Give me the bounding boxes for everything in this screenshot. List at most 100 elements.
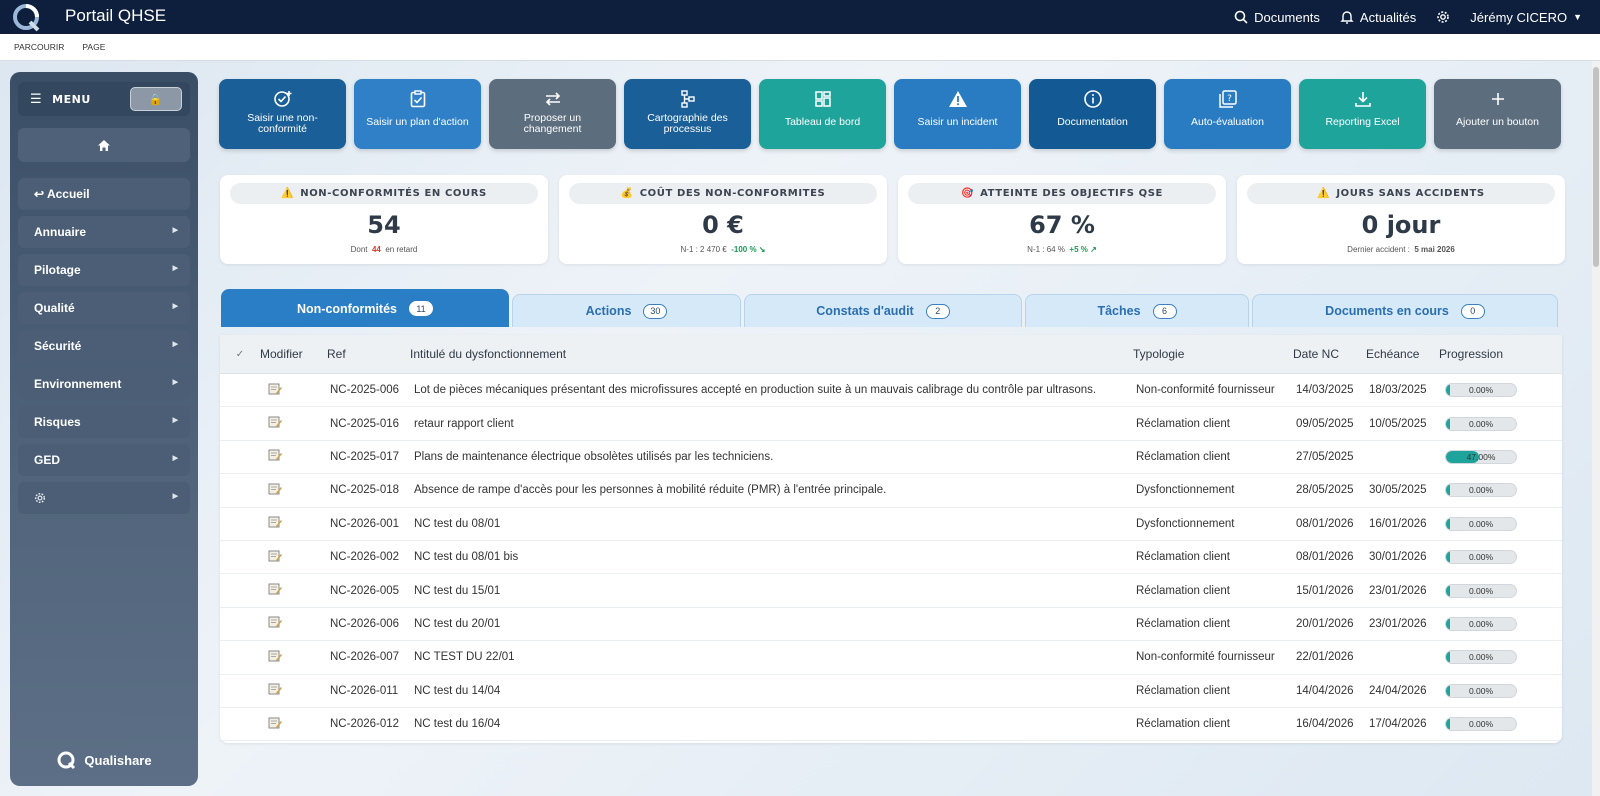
- sidebar-item-settings[interactable]: ▶: [18, 482, 190, 514]
- sidebar-item-environnement[interactable]: Environnement ▶: [18, 368, 190, 400]
- tab-non-conformites[interactable]: Non-conformités 11: [221, 289, 509, 327]
- row-title[interactable]: Lot de pièces mécaniques présentant des …: [410, 384, 1133, 396]
- kpi-title: NON-CONFORMITÉS EN COURS: [300, 188, 487, 199]
- edit-button[interactable]: [260, 483, 327, 498]
- column-header-type[interactable]: Typologie: [1133, 347, 1293, 361]
- sidebar-item-risques[interactable]: Risques ▶: [18, 406, 190, 438]
- edit-note-icon: [268, 650, 282, 662]
- action-button-process-map[interactable]: Cartographie des processus: [624, 79, 751, 149]
- edit-button[interactable]: [260, 550, 327, 565]
- row-title[interactable]: NC test du 20/01: [410, 618, 1133, 630]
- page-scrollbar[interactable]: [1592, 61, 1600, 796]
- edit-button[interactable]: [260, 416, 327, 431]
- column-header-ref[interactable]: Ref: [327, 347, 410, 361]
- row-title[interactable]: NC test du 08/01: [410, 518, 1133, 530]
- home-button[interactable]: [18, 128, 190, 162]
- table-row[interactable]: NC-2026-002 NC test du 08/01 bis Réclamati…: [220, 541, 1562, 575]
- scrollbar-thumb[interactable]: [1593, 67, 1599, 267]
- edit-button[interactable]: [260, 650, 327, 665]
- kpi-subtext: Dont 44 en retard: [220, 245, 548, 254]
- action-button-documentation[interactable]: Documentation: [1029, 79, 1156, 149]
- edit-button[interactable]: [260, 449, 327, 464]
- news-link[interactable]: Actualités: [1340, 10, 1416, 25]
- edit-button[interactable]: [260, 683, 327, 698]
- sidebar-item-qualite[interactable]: Qualité ▶: [18, 292, 190, 324]
- tab-constats-audit[interactable]: Constats d'audit 2: [744, 294, 1022, 327]
- tab-count-badge: 30: [643, 303, 668, 319]
- kpi-card-nc[interactable]: ⚠️ NON-CONFORMITÉS EN COURS 54 Dont 44 en…: [220, 175, 548, 264]
- row-title[interactable]: NC test du 08/01 bis: [410, 551, 1133, 563]
- row-title[interactable]: Plans de maintenance électrique obsolète…: [410, 451, 1133, 463]
- column-header-date[interactable]: Date NC: [1293, 347, 1366, 361]
- column-header-select[interactable]: ✓: [220, 349, 260, 360]
- table-row[interactable]: NC-2025-006 Lot de pièces mécaniques prés…: [220, 374, 1562, 408]
- table-row[interactable]: NC-2025-017 Plans de maintenance électriq…: [220, 441, 1562, 475]
- action-button-change[interactable]: Proposer un changement: [489, 79, 616, 149]
- row-date: 14/04/2026: [1296, 684, 1354, 697]
- news-label: Actualités: [1359, 9, 1417, 25]
- kpi-subtext: N-1 : 2 470 € -100 % ↘: [559, 245, 887, 254]
- kpi-card-days[interactable]: ⚠️ JOURS SANS ACCIDENTS 0 jour Dernier ac…: [1237, 175, 1565, 264]
- action-button-nc[interactable]: Saisir une non-conformité: [219, 79, 346, 149]
- ribbon-tab-page[interactable]: PAGE: [82, 42, 105, 52]
- tab-documents-en-cours[interactable]: Documents en cours 0: [1252, 294, 1558, 327]
- action-button-incident[interactable]: Saisir un incident: [894, 79, 1021, 149]
- tab-taches[interactable]: Tâches 6: [1025, 294, 1249, 327]
- documents-link[interactable]: Documents: [1234, 10, 1320, 25]
- edit-button[interactable]: [260, 583, 327, 598]
- action-button-label: Saisir une non-conformité: [247, 112, 318, 136]
- action-button-plan[interactable]: Saisir un plan d'action: [354, 79, 481, 149]
- action-button-add[interactable]: Ajouter un bouton: [1434, 79, 1561, 149]
- table-row[interactable]: NC-2026-012 NC test du 16/04 Réclamation c…: [220, 708, 1562, 742]
- sidebar-item-ged[interactable]: GED ▶: [18, 444, 190, 476]
- edit-button[interactable]: [260, 717, 327, 732]
- row-title[interactable]: NC test du 15/01: [410, 585, 1133, 597]
- app-title[interactable]: Portail QHSE: [65, 6, 166, 26]
- column-header-modify[interactable]: Modifier: [260, 347, 327, 361]
- user-menu[interactable]: Jérémy CICERO ▼: [1470, 10, 1582, 25]
- column-header-progress[interactable]: Progression: [1439, 347, 1549, 361]
- column-header-title[interactable]: Intitulé du dysfonctionnement: [410, 347, 1133, 361]
- row-ref: NC-2026-007: [330, 651, 400, 664]
- settings-button[interactable]: [1436, 10, 1450, 24]
- tab-count-badge: 11: [409, 301, 433, 316]
- kpi-card-cost[interactable]: 💰 COÛT DES NON-CONFORMITES 0 € N-1 : 2 47…: [559, 175, 887, 264]
- row-title[interactable]: NC test du 16/04: [410, 718, 1133, 730]
- action-button-dashboard[interactable]: Tableau de bord: [759, 79, 886, 149]
- row-due: 16/01/2026: [1369, 517, 1427, 530]
- tab-actions[interactable]: Actions 30: [512, 294, 741, 327]
- sidebar-item-pilotage[interactable]: Pilotage ▶: [18, 254, 190, 286]
- table-row[interactable]: NC-2026-005 NC test du 15/01 Réclamation c…: [220, 574, 1562, 608]
- row-date: 08/01/2026: [1296, 517, 1354, 530]
- row-title[interactable]: Absence de rampe d'accès pour les person…: [410, 484, 1133, 496]
- table-row[interactable]: NC-2025-018 Absence de rampe d'accès pour…: [220, 474, 1562, 508]
- kpi-card-goals[interactable]: 🎯 ATTEINTE DES OBJECTIFS QSE 67 % N-1 : 6…: [898, 175, 1226, 264]
- ribbon-tab-browse[interactable]: PARCOURIR: [14, 42, 64, 52]
- row-title[interactable]: retaur rapport client: [410, 418, 1133, 430]
- table-row[interactable]: NC-2026-011 NC test du 14/04 Réclamation c…: [220, 675, 1562, 708]
- row-title[interactable]: NC test du 14/04: [410, 685, 1133, 697]
- menu-header[interactable]: ☰ MENU 🔒: [18, 82, 190, 116]
- sidebar-item-annuaire[interactable]: Annuaire ▶: [18, 216, 190, 248]
- table-row[interactable]: NC-2026-007 NC TEST DU 22/01 Non-conformit…: [220, 641, 1562, 675]
- table-row[interactable]: NC-2026-006 NC test du 20/01 Réclamation c…: [220, 608, 1562, 642]
- sidebar-item-accueil[interactable]: ↩ Accueil: [18, 178, 190, 210]
- brand-footer: Qualishare: [10, 750, 198, 770]
- row-title[interactable]: NC TEST DU 22/01: [410, 651, 1133, 663]
- kpi-cards: ⚠️ NON-CONFORMITÉS EN COURS 54 Dont 44 en…: [220, 175, 1565, 264]
- edit-button[interactable]: [260, 516, 327, 531]
- action-button-label: Reporting Excel: [1325, 116, 1400, 128]
- action-button-self-assessment[interactable]: ? Auto-évaluation: [1164, 79, 1291, 149]
- check-plus-icon: [273, 91, 291, 107]
- table-row[interactable]: NC-2025-016 retaur rapport client Réclamat…: [220, 407, 1562, 441]
- table-row[interactable]: NC-2026-001 NC test du 08/01 Dysfonctionne…: [220, 508, 1562, 541]
- sidebar-item-securite[interactable]: Sécurité ▶: [18, 330, 190, 362]
- column-header-due[interactable]: Echéance: [1366, 347, 1439, 361]
- action-button-excel[interactable]: Reporting Excel: [1299, 79, 1426, 149]
- edit-button[interactable]: [260, 616, 327, 631]
- progress-bar: 47.00%: [1445, 449, 1517, 464]
- kpi-last-accident-label: Dernier accident :: [1347, 245, 1410, 254]
- lock-button[interactable]: 🔒: [130, 87, 182, 111]
- edit-button[interactable]: [260, 383, 327, 398]
- app-logo-icon[interactable]: [12, 2, 40, 32]
